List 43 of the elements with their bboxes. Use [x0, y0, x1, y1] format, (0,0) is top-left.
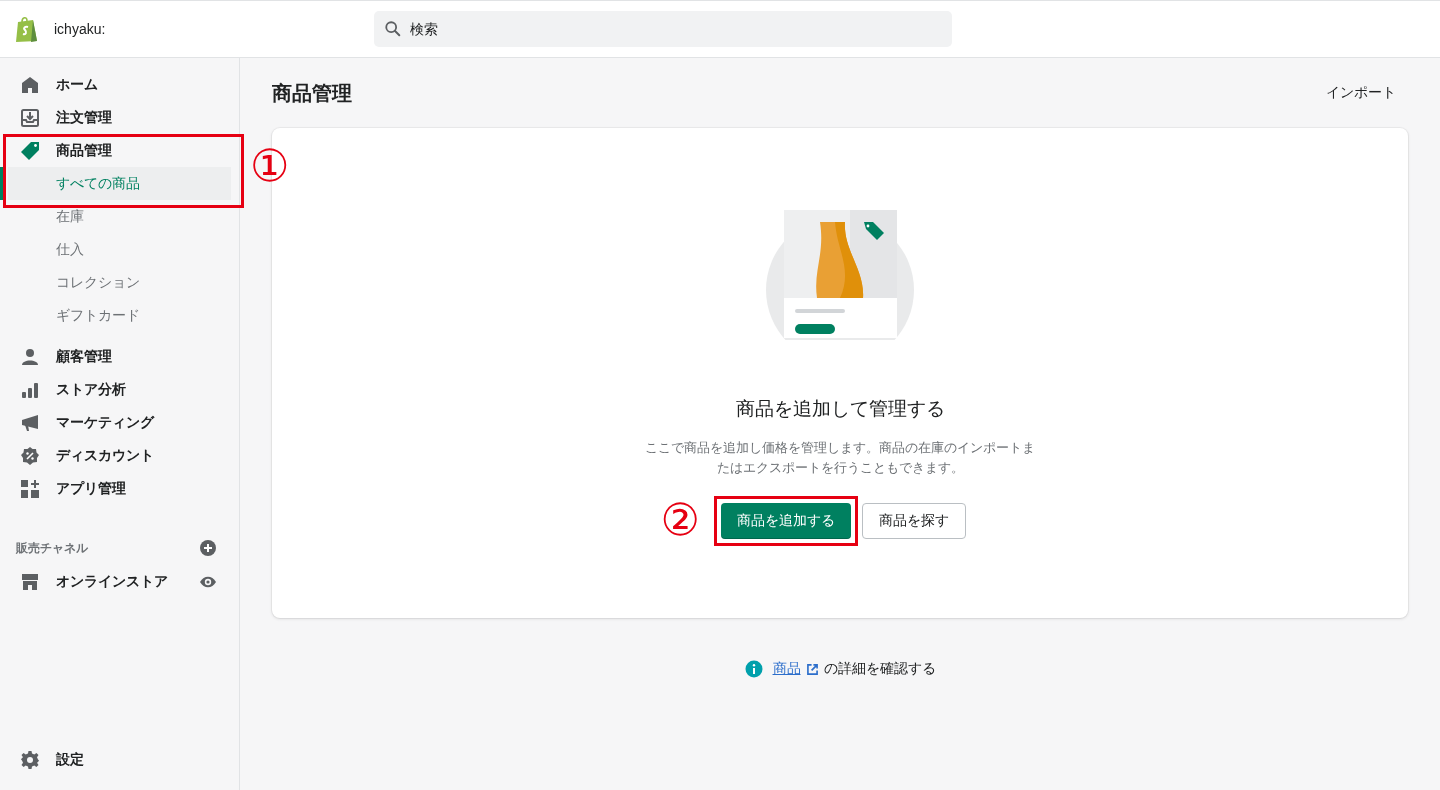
apps-icon	[20, 478, 40, 499]
nav-item[interactable]: アプリ管理	[0, 472, 239, 505]
shopping-bag-logo-icon	[14, 15, 40, 43]
step-number: ②	[660, 498, 700, 542]
nav-subitem[interactable]: 在庫	[0, 200, 231, 233]
search-icon	[384, 20, 402, 38]
empty-state-text: ここで商品を追加し価格を管理します。商品の在庫のインポートまたはエクスポートを行うこともできます。	[644, 439, 1036, 477]
step-number: ①	[250, 144, 290, 188]
help-text: の詳細を確認する	[823, 660, 936, 678]
find-products-button[interactable]: 商品を探す	[862, 503, 966, 539]
settings-icon	[20, 749, 40, 770]
nav-subitem[interactable]: すべての商品	[0, 167, 231, 200]
nav-item[interactable]: ストア分析	[0, 373, 239, 406]
add-circle-icon[interactable]	[199, 539, 217, 557]
store-name[interactable]: ichyaku:	[54, 21, 106, 37]
person-icon	[20, 346, 40, 367]
megaphone-icon	[20, 412, 40, 433]
settings-item[interactable]: 設定	[0, 743, 239, 776]
eye-icon[interactable]	[199, 574, 217, 589]
nav-item[interactable]: 商品管理	[0, 134, 239, 167]
info-icon	[744, 660, 763, 678]
storefront-icon	[20, 571, 40, 592]
nav-item[interactable]: 顧客管理	[0, 340, 239, 373]
nav-subitem[interactable]: ギフトカード	[0, 299, 231, 332]
page-title: 商品管理	[272, 79, 352, 107]
search-field[interactable]: 検索	[374, 11, 952, 47]
tag-icon	[20, 140, 40, 161]
section-heading: 販売チャネル	[16, 539, 88, 557]
empty-state-heading: 商品を追加して管理する	[735, 396, 945, 421]
products-link[interactable]: 商品	[772, 660, 801, 678]
nav-item[interactable]: オンラインストア	[0, 565, 239, 598]
nav-item[interactable]: ディスカウント	[0, 439, 239, 472]
external-link-icon[interactable]	[806, 663, 818, 675]
nav-subitem[interactable]: 仕入	[0, 233, 231, 266]
inbox-icon	[20, 107, 40, 128]
home-icon	[20, 74, 40, 95]
nav-item[interactable]: ホーム	[0, 68, 239, 101]
discount-icon	[20, 445, 40, 466]
add-product-button[interactable]: 商品を追加する	[721, 503, 851, 539]
nav-subitem[interactable]: コレクション	[0, 266, 231, 299]
import-button[interactable]: インポート	[1314, 76, 1408, 110]
nav-item[interactable]: 注文管理	[0, 101, 239, 134]
nav-item[interactable]: マーケティング	[0, 406, 239, 439]
